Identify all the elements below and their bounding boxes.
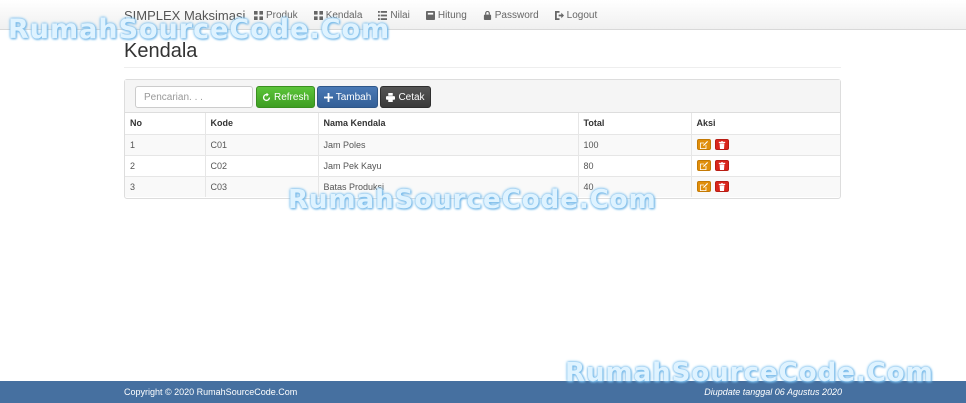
cell-total: 40: [578, 175, 692, 197]
cell-nama-kendala: Jam Poles: [318, 133, 579, 155]
refresh-icon: [262, 92, 271, 101]
grid-icon: [313, 10, 323, 20]
nav-item-hitung[interactable]: Hitung: [418, 0, 475, 30]
cell-no: 3: [125, 175, 206, 197]
nav-item-password[interactable]: Password: [475, 0, 547, 30]
cell-no: 1: [125, 133, 206, 155]
footer-copyright: Copyright © 2020 RumahSourceCode.Com: [124, 387, 298, 397]
nav-item-label: Password: [494, 9, 539, 21]
cell-kode: C03: [205, 175, 319, 197]
plus-icon: [323, 92, 333, 102]
cell-no: 2: [125, 154, 206, 176]
refresh-label: Refresh: [273, 91, 309, 103]
cell-kode: C01: [205, 133, 319, 155]
nav-item-kendala[interactable]: Kendala: [306, 0, 371, 30]
navbar-menu: Produk Kendala Nilai Hitung Password Log…: [246, 0, 605, 30]
nav-item-label: Nilai: [390, 9, 410, 21]
cell-aksi: [691, 175, 840, 197]
grid-icon: [254, 10, 263, 20]
nav-item-label: Logout: [566, 9, 598, 21]
table-row: 3 C03 Batas Produksi 40: [125, 175, 840, 197]
delete-button[interactable]: [715, 181, 730, 193]
nav-item-nilai[interactable]: Nilai: [370, 0, 417, 30]
tambah-button[interactable]: Tambah: [317, 86, 378, 108]
table-header-row: No Kode Nama Kendala Total Aksi: [125, 113, 840, 134]
column-header: Kode: [205, 113, 319, 134]
edit-icon: [699, 182, 708, 191]
cetak-button[interactable]: Cetak: [380, 86, 431, 108]
edit-icon: [699, 140, 708, 149]
heading-divider: [124, 67, 841, 68]
column-header: Aksi: [696, 118, 716, 129]
column-header: Nama Kendala: [318, 113, 579, 134]
nav-item-label: Hitung: [437, 9, 467, 21]
trash-icon: [718, 182, 726, 191]
kendala-panel: Refresh Tambah Cetak No Kode Nama Kendal…: [124, 79, 841, 199]
cell-nama-kendala: Batas Produksi: [318, 175, 579, 197]
footer: Copyright © 2020 RumahSourceCode.Com Diu…: [0, 381, 966, 403]
table-row: 1 C01 Jam Poles 100: [125, 133, 840, 155]
edit-button[interactable]: [696, 160, 711, 172]
lock-icon: [483, 10, 491, 20]
panel-toolbar: Refresh Tambah Cetak: [125, 80, 840, 113]
cell-total: 80: [578, 154, 692, 176]
edit-button[interactable]: [696, 139, 711, 151]
search-input[interactable]: [135, 86, 253, 108]
refresh-button[interactable]: Refresh: [256, 86, 315, 108]
logout-icon: [554, 10, 564, 20]
edit-button[interactable]: [696, 181, 711, 193]
table-row: 2 C02 Jam Pek Kayu 80: [125, 154, 840, 176]
edit-icon: [699, 161, 708, 170]
nav-item-logout[interactable]: Logout: [547, 0, 606, 30]
cell-kode: C02: [205, 154, 319, 176]
cell-nama-kendala: Jam Pek Kayu: [318, 154, 579, 176]
cell-aksi: [691, 154, 840, 176]
print-icon: [386, 92, 396, 102]
calculator-icon: [425, 10, 435, 20]
list-icon: [378, 10, 388, 20]
nav-item-produk[interactable]: Produk: [246, 0, 306, 30]
nav-item-label: Kendala: [325, 9, 363, 21]
navbar: SIMPLEX Maksimasi Produk Kendala Nilai H…: [0, 0, 966, 30]
trash-icon: [718, 161, 726, 170]
column-header: Total: [578, 113, 692, 134]
kendala-table: No Kode Nama Kendala Total Aksi 1 C01 Ja…: [125, 113, 840, 197]
column-header: No: [125, 113, 206, 134]
delete-button[interactable]: [715, 160, 730, 172]
trash-icon: [718, 140, 726, 149]
navbar-brand[interactable]: SIMPLEX Maksimasi: [124, 8, 245, 23]
cell-aksi: [691, 133, 840, 155]
delete-button[interactable]: [715, 139, 730, 151]
cell-total: 100: [578, 133, 692, 155]
cetak-label: Cetak: [398, 91, 425, 103]
page-title: Kendala: [124, 40, 198, 62]
nav-item-label: Produk: [266, 9, 298, 21]
tambah-label: Tambah: [335, 91, 372, 103]
footer-updated: Diupdate tanggal 06 Agustus 2020: [704, 387, 842, 397]
